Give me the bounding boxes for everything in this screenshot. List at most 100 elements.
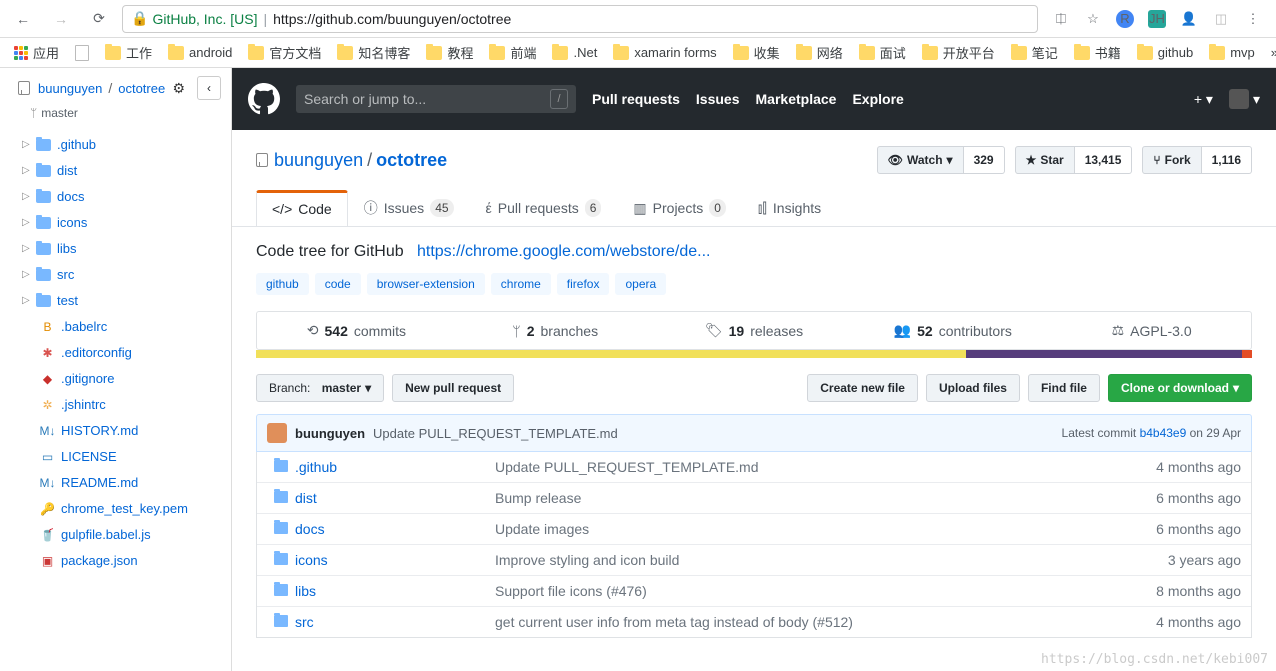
commit-msg-link[interactable]: Support file icons (#476) (495, 583, 1101, 599)
avatar-menu[interactable]: ▾ (1229, 89, 1260, 109)
repo-link[interactable]: https://chrome.google.com/webstore/de... (417, 243, 710, 260)
bookmark-folder[interactable]: .Net (546, 42, 603, 63)
tab-projects[interactable]: ▥Projects0 (617, 190, 742, 226)
create-file-button[interactable]: Create new file (807, 374, 918, 402)
extension-a-icon[interactable]: R (1116, 10, 1134, 28)
menu-icon[interactable]: ⋮ (1244, 10, 1262, 28)
owner-link[interactable]: buunguyen (274, 150, 363, 171)
search-input[interactable]: Search or jump to... / (296, 85, 576, 113)
pin-button[interactable]: ‹ (197, 76, 221, 100)
repo-name-link[interactable]: octotree (376, 150, 447, 171)
nav-issues[interactable]: Issues (696, 91, 740, 107)
tab-code[interactable]: </>Code (256, 190, 348, 226)
fork-button[interactable]: ⑂Fork 1,116 (1142, 146, 1252, 174)
tree-folder[interactable]: ▷icons (0, 210, 231, 236)
tree-file[interactable]: ◆.gitignore (0, 366, 231, 392)
tree-file[interactable]: ▣package.json (0, 548, 231, 574)
commit-msg-link[interactable]: get current user info from meta tag inst… (495, 614, 1101, 630)
create-new-button[interactable]: + ▾ (1194, 91, 1213, 108)
bookmark-folder[interactable]: 知名博客 (331, 40, 416, 65)
commit-msg-link[interactable]: Update images (495, 521, 1101, 537)
repo-link[interactable]: octotree (118, 81, 165, 96)
nav-explore[interactable]: Explore (852, 91, 903, 107)
owner-link[interactable]: buunguyen (38, 81, 102, 96)
tree-file[interactable]: B.babelrc (0, 314, 231, 340)
tree-file[interactable]: M↓HISTORY.md (0, 418, 231, 444)
bookmark-folder[interactable]: 官方文档 (242, 40, 327, 65)
file-link[interactable]: .github (295, 459, 337, 475)
tree-file[interactable]: ✱.editorconfig (0, 340, 231, 366)
nav-pull-requests[interactable]: Pull requests (592, 91, 680, 107)
bookmark-folder[interactable]: github (1131, 42, 1199, 63)
tree-folder[interactable]: ▷libs (0, 236, 231, 262)
commit-msg-link[interactable]: Update PULL_REQUEST_TEMPLATE.md (495, 459, 1101, 475)
bookmark-folder[interactable]: 工作 (99, 40, 158, 65)
tree-folder[interactable]: ▷docs (0, 184, 231, 210)
back-button[interactable]: ← (8, 4, 38, 34)
nav-marketplace[interactable]: Marketplace (756, 91, 837, 107)
bookmark-folder[interactable]: android (162, 42, 238, 63)
tree-file[interactable]: ▭LICENSE (0, 444, 231, 470)
bookmark-folder[interactable]: 面试 (853, 40, 912, 65)
bookmark-folder[interactable]: 笔记 (1005, 40, 1064, 65)
new-pr-button[interactable]: New pull request (392, 374, 514, 402)
bookmark-item[interactable] (69, 42, 95, 64)
upload-button[interactable]: Upload files (926, 374, 1020, 402)
commit-author[interactable]: buunguyen (295, 426, 365, 441)
gear-icon[interactable]: ⚙ (172, 80, 185, 97)
commit-message[interactable]: Update PULL_REQUEST_TEMPLATE.md (373, 426, 618, 441)
file-link[interactable]: dist (295, 490, 317, 506)
bookmark-folder[interactable]: 前端 (483, 40, 542, 65)
contributors-link[interactable]: 👥52contributors (853, 312, 1052, 349)
tree-folder[interactable]: ▷dist (0, 158, 231, 184)
bookmark-folder[interactable]: 开放平台 (916, 40, 1001, 65)
bookmark-folder[interactable]: 书籍 (1068, 40, 1127, 65)
bookmark-folder[interactable]: 收集 (727, 40, 786, 65)
bookmark-folder[interactable]: xamarin forms (607, 42, 722, 63)
bookmark-overflow[interactable]: » (1265, 42, 1276, 63)
address-bar[interactable]: 🔒 GitHub, Inc. [US] | https://github.com… (122, 5, 1038, 33)
bookmark-folder[interactable]: mvp (1203, 42, 1261, 63)
topic-tag[interactable]: opera (615, 273, 666, 295)
topic-tag[interactable]: chrome (491, 273, 551, 295)
bookmark-star-icon[interactable]: ☆ (1084, 10, 1102, 28)
file-link[interactable]: src (295, 614, 314, 630)
github-logo-icon[interactable] (248, 83, 280, 115)
fork-count[interactable]: 1,116 (1202, 146, 1252, 174)
forward-button[interactable]: → (46, 4, 76, 34)
language-bar[interactable] (256, 350, 1252, 358)
apps-button[interactable]: 应用 (8, 40, 65, 65)
branches-link[interactable]: ᛘ2branches (456, 312, 655, 349)
star-count[interactable]: 13,415 (1075, 146, 1133, 174)
watch-count[interactable]: 329 (964, 146, 1005, 174)
bookmark-folder[interactable]: 网络 (790, 40, 849, 65)
clone-button[interactable]: Clone or download ▾ (1108, 374, 1252, 402)
topic-tag[interactable]: code (315, 273, 361, 295)
extension-b-icon[interactable]: JH (1148, 10, 1166, 28)
tree-file[interactable]: 🔑chrome_test_key.pem (0, 496, 231, 522)
topic-tag[interactable]: firefox (557, 273, 610, 295)
commit-sha[interactable]: b4b43e9 (1140, 426, 1187, 440)
tree-file[interactable]: ✲.jshintrc (0, 392, 231, 418)
file-link[interactable]: icons (295, 552, 328, 568)
translate-icon[interactable]: ⎅ (1052, 10, 1070, 28)
tree-file[interactable]: M↓README.md (0, 470, 231, 496)
bookmark-folder[interactable]: 教程 (420, 40, 479, 65)
tree-file[interactable]: 🥤gulpfile.babel.js (0, 522, 231, 548)
commit-msg-link[interactable]: Improve styling and icon build (495, 552, 1101, 568)
license-link[interactable]: ⚖AGPL-3.0 (1052, 312, 1251, 349)
topic-tag[interactable]: browser-extension (367, 273, 485, 295)
file-link[interactable]: docs (295, 521, 325, 537)
file-link[interactable]: libs (295, 583, 316, 599)
find-file-button[interactable]: Find file (1028, 374, 1100, 402)
tab-prs[interactable]: έPull requests6 (470, 190, 618, 226)
tree-folder[interactable]: ▷src (0, 262, 231, 288)
commit-msg-link[interactable]: Bump release (495, 490, 1101, 506)
watch-button[interactable]: 👁Watch ▾ 329 (877, 146, 1005, 174)
android-icon[interactable]: ◫ (1212, 10, 1230, 28)
topic-tag[interactable]: github (256, 273, 309, 295)
tree-folder[interactable]: ▷test (0, 288, 231, 314)
reload-button[interactable]: ⟳ (84, 4, 114, 34)
commits-link[interactable]: ⟲542commits (257, 312, 456, 349)
tab-issues[interactable]: ⓘIssues45 (348, 190, 470, 226)
